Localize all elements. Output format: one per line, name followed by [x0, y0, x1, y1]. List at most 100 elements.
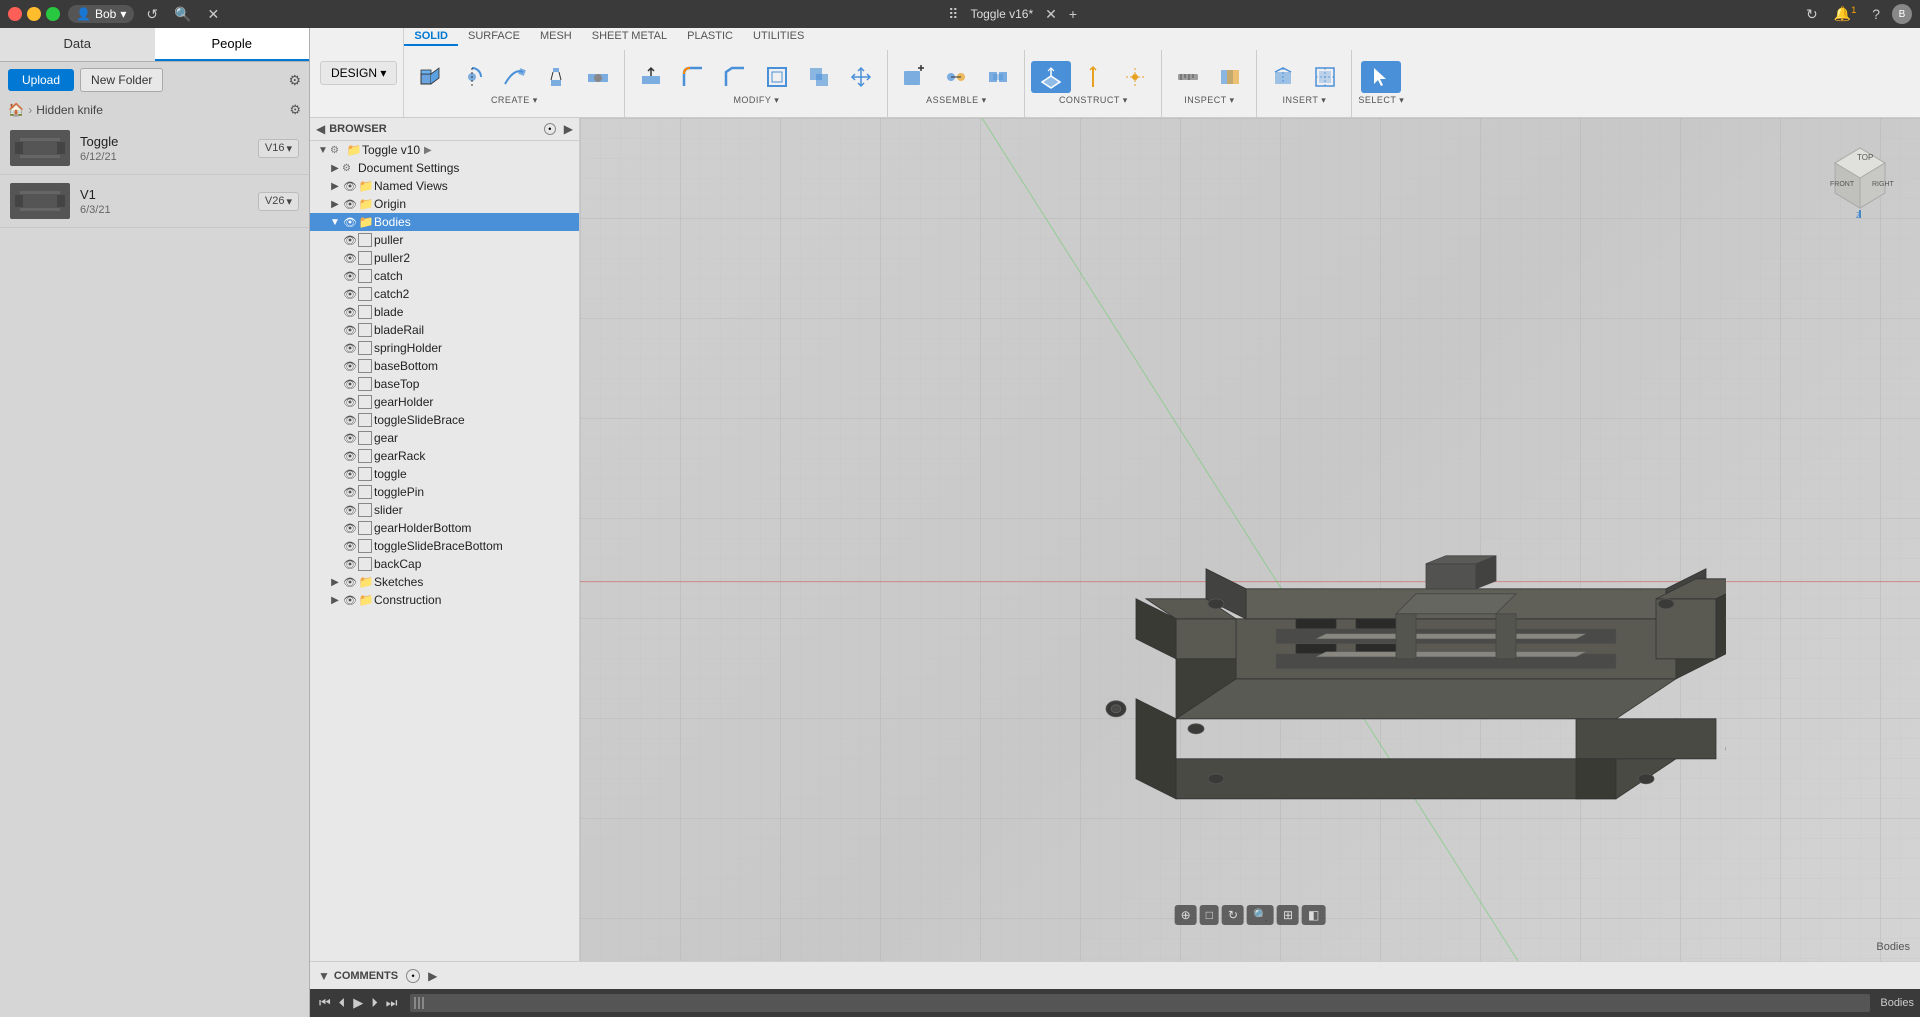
rotate-btn[interactable]: ↻ [1222, 905, 1244, 925]
inspect-measure-btn[interactable] [1168, 61, 1208, 93]
user-button[interactable]: 👤 Bob ▾ [68, 5, 134, 23]
construct-point-btn[interactable] [1115, 61, 1155, 93]
tree-item-origin[interactable]: ▶ 👁 📁 Origin [310, 195, 579, 213]
assemble-label[interactable]: ASSEMBLE ▾ [926, 95, 987, 106]
display-mode-btn[interactable]: ◧ [1302, 905, 1325, 925]
create-extrude-btn[interactable] [410, 61, 450, 93]
breadcrumb-settings-icon[interactable]: ⚙ [289, 102, 301, 118]
modify-shell-btn[interactable] [757, 61, 797, 93]
tree-item-document-settings[interactable]: ▶ ⚙ Document Settings [310, 159, 579, 177]
tab-data[interactable]: Data [0, 28, 155, 61]
select-label[interactable]: SELECT ▾ [1358, 95, 1404, 106]
modify-label[interactable]: MODIFY ▾ [733, 95, 779, 106]
tab-plastic[interactable]: PLASTIC [677, 28, 743, 46]
design-button[interactable]: DESIGN ▾ [320, 61, 397, 85]
tree-item-baseTop[interactable]: 👁 baseTop [310, 375, 579, 393]
tree-item-backCap[interactable]: 👁 backCap [310, 555, 579, 573]
tab-mesh[interactable]: MESH [530, 28, 582, 46]
comments-expand-icon[interactable]: ▶ [428, 969, 437, 983]
tree-item-slider[interactable]: 👁 slider [310, 501, 579, 519]
root-play-icon[interactable]: ▶ [424, 145, 432, 156]
comments-collapse-btn[interactable]: ▼ [318, 969, 330, 983]
playback-next-btn[interactable]: ⏵ [368, 993, 381, 1013]
tree-item-catch[interactable]: 👁 catch [310, 267, 579, 285]
tree-item-toggleSlideBrace[interactable]: 👁 toggleSlideBrace [310, 411, 579, 429]
browser-collapse-btn[interactable]: ◀ [316, 122, 325, 136]
grid-btn[interactable]: ⊞ [1277, 905, 1299, 925]
modify-chamfer-btn[interactable] [715, 61, 755, 93]
create-hole-btn[interactable] [578, 61, 618, 93]
win-max-btn[interactable] [46, 7, 60, 21]
front-view-btn[interactable]: □ [1200, 905, 1219, 925]
tree-item-bodies[interactable]: ▼ 👁 📁 Bodies [310, 213, 579, 231]
inspect-interference-btn[interactable] [1210, 61, 1250, 93]
tree-item-gearHolderBottom[interactable]: 👁 gearHolderBottom [310, 519, 579, 537]
tree-item-bladeRail[interactable]: 👁 bladeRail [310, 321, 579, 339]
create-revolve-btn[interactable] [452, 61, 492, 93]
tree-item-construction[interactable]: ▶ 👁 📁 Construction [310, 591, 579, 609]
tree-item-catch2[interactable]: 👁 catch2 [310, 285, 579, 303]
assemble-new-component-btn[interactable] [894, 61, 934, 93]
modify-combine-btn[interactable] [799, 61, 839, 93]
assemble-joint-btn[interactable] [936, 61, 976, 93]
create-label[interactable]: CREATE ▾ [491, 95, 538, 106]
file-version[interactable]: V26 ▾ [258, 192, 299, 211]
playback-start-btn[interactable]: ⏮ [316, 993, 334, 1013]
tree-item-gear[interactable]: 👁 gear [310, 429, 579, 447]
apps-icon[interactable]: ⠿ [944, 4, 962, 25]
search-icon[interactable]: 🔍 [170, 4, 195, 25]
panel-settings-icon[interactable]: ⚙ [288, 72, 301, 89]
playback-prev-btn[interactable]: ⏴ [336, 993, 349, 1013]
list-item[interactable]: V1 6/3/21 V26 ▾ [0, 175, 309, 228]
construct-label[interactable]: CONSTRUCT ▾ [1059, 95, 1128, 106]
create-sweep-btn[interactable] [494, 61, 534, 93]
add-tab-icon[interactable]: + [1065, 4, 1081, 24]
tree-item-puller[interactable]: 👁 puller [310, 231, 579, 249]
create-loft-btn[interactable] [536, 61, 576, 93]
insert-label[interactable]: INSERT ▾ [1283, 95, 1327, 106]
tree-item-springHolder[interactable]: 👁 springHolder [310, 339, 579, 357]
tree-item-blade[interactable]: 👁 blade [310, 303, 579, 321]
close-icon[interactable]: ✕ [204, 4, 224, 25]
tree-item-gearHolder[interactable]: 👁 gearHolder [310, 393, 579, 411]
browser-settings-icon[interactable]: • [544, 123, 556, 135]
construct-axis-btn[interactable] [1073, 61, 1113, 93]
playback-play-btn[interactable]: ▶ [350, 993, 366, 1013]
fit-view-btn[interactable]: ⊕ [1175, 905, 1197, 925]
notification-icon[interactable]: 🔔1 [1830, 3, 1860, 25]
timeline-area[interactable] [410, 994, 1870, 1012]
modify-press-pull-btn[interactable] [631, 61, 671, 93]
user-avatar[interactable]: B [1892, 4, 1912, 24]
viewport-3d[interactable]: TOP FRONT RIGHT Z ⊕ □ ↻ 🔍 ⊞ ◧ [580, 118, 1920, 961]
win-min-btn[interactable] [27, 7, 41, 21]
tab-sheet-metal[interactable]: SHEET METAL [582, 28, 677, 46]
refresh-icon[interactable]: ↺ [142, 4, 162, 25]
tree-item-toggleSlideBraceBottom[interactable]: 👁 toggleSlideBraceBottom [310, 537, 579, 555]
help-icon[interactable]: ? [1868, 4, 1884, 24]
browser-expand-btn[interactable]: ▶ [564, 122, 573, 136]
tree-item-puller2[interactable]: 👁 puller2 [310, 249, 579, 267]
close-tab-icon[interactable]: ✕ [1041, 4, 1061, 25]
tab-people[interactable]: People [155, 28, 310, 61]
upload-button[interactable]: Upload [8, 69, 74, 91]
tree-item-sketches[interactable]: ▶ 👁 📁 Sketches [310, 573, 579, 591]
playback-end-btn[interactable]: ⏭ [383, 993, 401, 1013]
tree-root[interactable]: ▼ ⚙ 📁 Toggle v10 ▶ [310, 141, 579, 159]
modify-move-btn[interactable] [841, 61, 881, 93]
inspect-label[interactable]: INSPECT ▾ [1184, 95, 1234, 106]
refresh-icon2[interactable]: ↻ [1802, 4, 1822, 25]
insert-canvas-btn[interactable] [1305, 61, 1345, 93]
tree-item-togglePin[interactable]: 👁 togglePin [310, 483, 579, 501]
modify-fillet-btn[interactable] [673, 61, 713, 93]
assemble-rigid-btn[interactable] [978, 61, 1018, 93]
construct-active-btn[interactable] [1031, 61, 1071, 93]
tab-surface[interactable]: SURFACE [458, 28, 530, 46]
tree-item-gearRack[interactable]: 👁 gearRack [310, 447, 579, 465]
zoom-btn[interactable]: 🔍 [1247, 905, 1274, 925]
select-active-btn[interactable] [1361, 61, 1401, 93]
tree-item-baseBottom[interactable]: 👁 baseBottom [310, 357, 579, 375]
win-close-btn[interactable] [8, 7, 22, 21]
insert-mesh-btn[interactable] [1263, 61, 1303, 93]
list-item[interactable]: Toggle 6/12/21 V16 ▾ [0, 122, 309, 175]
file-version[interactable]: V16 ▾ [258, 139, 299, 158]
